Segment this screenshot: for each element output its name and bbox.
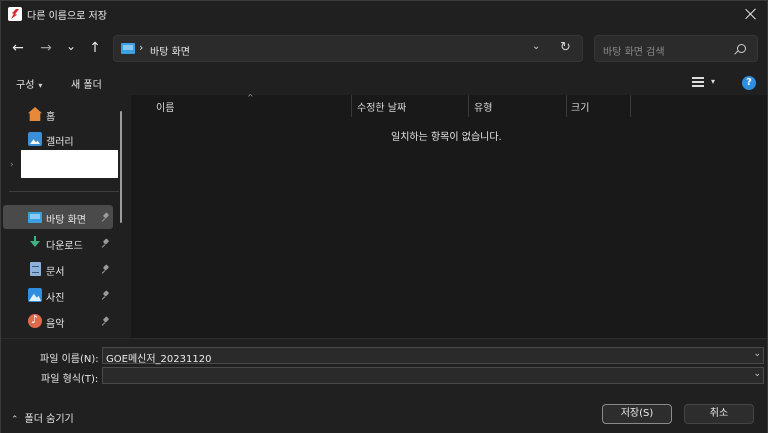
- sidebar-item-desktop[interactable]: 바탕 화면: [3, 205, 113, 229]
- sidebar-item-documents[interactable]: 문서: [3, 257, 113, 281]
- sidebar-item-downloads[interactable]: 다운로드: [3, 231, 113, 255]
- column-divider[interactable]: [566, 95, 567, 117]
- breadcrumb-location[interactable]: 바탕 화면: [150, 43, 190, 58]
- chevron-up-icon: ⌃: [11, 415, 19, 425]
- forward-arrow-icon[interactable]: →: [36, 38, 56, 58]
- view-dropdown-icon[interactable]: ▾: [711, 77, 715, 86]
- sidebar-item-label: 바탕 화면: [46, 215, 86, 226]
- sidebar-item-label: 음악: [46, 319, 65, 330]
- address-bar[interactable]: › 바탕 화면 ⌄ ↻: [113, 35, 583, 62]
- breadcrumb-separator-icon[interactable]: ›: [139, 41, 143, 54]
- save-button[interactable]: 저장(S): [602, 404, 672, 424]
- chevron-right-icon[interactable]: ›: [10, 160, 14, 170]
- document-icon: [30, 262, 41, 276]
- filename-value[interactable]: GOE메신저_20231120: [106, 350, 211, 365]
- music-icon: [28, 313, 42, 328]
- help-icon[interactable]: ?: [742, 76, 756, 90]
- gallery-icon: [28, 132, 42, 146]
- hide-folders-toggle[interactable]: ⌃ 폴더 숨기기: [11, 410, 74, 425]
- filetype-label: 파일 형식(T):: [41, 374, 99, 385]
- download-icon: [28, 236, 42, 250]
- column-divider[interactable]: [630, 95, 631, 117]
- pin-icon: [102, 291, 110, 299]
- sidebar-item-label: 사진: [46, 293, 65, 304]
- close-icon[interactable]: [741, 4, 761, 24]
- filetype-select[interactable]: ⌄: [102, 367, 764, 384]
- window-title: 다른 이름으로 저장: [27, 11, 107, 22]
- organize-label: 구성: [16, 80, 35, 91]
- new-folder-button[interactable]: 새 폴더: [71, 76, 102, 91]
- sidebar-item-gallery[interactable]: 갤러리: [3, 127, 113, 151]
- sort-ascending-icon: ^: [247, 93, 254, 102]
- address-dropdown-icon[interactable]: ⌄: [532, 41, 540, 52]
- empty-folder-message: 일치하는 항목이 없습니다.: [391, 132, 502, 143]
- home-icon: [28, 107, 42, 121]
- pin-icon: [102, 317, 110, 325]
- divider: [9, 191, 119, 192]
- cancel-button[interactable]: 취소: [684, 404, 754, 424]
- sidebar-item-label: 문서: [46, 267, 65, 278]
- sidebar-item-pictures[interactable]: 사진: [3, 283, 113, 307]
- up-arrow-icon[interactable]: ↑: [85, 38, 105, 58]
- chevron-down-icon[interactable]: ⌄: [753, 349, 761, 359]
- desktop-icon: [28, 212, 42, 223]
- pin-icon: [102, 265, 110, 273]
- title-bar: 다른 이름으로 저장: [1, 1, 767, 27]
- filename-label: 파일 이름(N):: [40, 354, 99, 365]
- pin-icon: [102, 239, 110, 247]
- refresh-icon[interactable]: ↻: [560, 40, 571, 55]
- column-header-date-modified[interactable]: 수정한 날짜: [357, 99, 406, 114]
- sidebar-item-label: 갤러리: [46, 137, 74, 148]
- column-header-type[interactable]: 유형: [474, 99, 492, 114]
- view-options-icon[interactable]: [692, 77, 704, 88]
- sidebar-scrollbar[interactable]: [120, 111, 122, 223]
- desktop-folder-icon: [121, 43, 135, 54]
- sidebar-item-music[interactable]: 음악: [3, 309, 113, 333]
- recent-locations-chevron-icon[interactable]: ⌄: [61, 36, 81, 56]
- column-divider[interactable]: [351, 95, 352, 117]
- save-as-dialog: 다른 이름으로 저장 ← → ⌄ ↑ › 바탕 화면 ⌄ ↻ 바탕 화면 검색 …: [0, 0, 768, 433]
- search-box[interactable]: 바탕 화면 검색: [594, 35, 758, 62]
- organize-menu[interactable]: 구성 ▾: [16, 76, 42, 91]
- app-icon: [8, 7, 22, 21]
- sidebar-item-home[interactable]: 홈: [3, 102, 113, 126]
- pin-icon: [102, 213, 110, 221]
- filename-field[interactable]: GOE메신저_20231120 ⌄: [102, 347, 764, 365]
- sidebar-item-label: 다운로드: [46, 241, 83, 252]
- search-input[interactable]: 바탕 화면 검색: [603, 43, 665, 58]
- pictures-icon: [28, 288, 42, 302]
- column-header-size[interactable]: 크기: [571, 99, 589, 114]
- column-divider[interactable]: [468, 95, 469, 117]
- redacted-item: [21, 150, 118, 178]
- back-arrow-icon[interactable]: ←: [8, 38, 28, 58]
- chevron-down-icon: ▾: [38, 81, 43, 90]
- sidebar-item-label: 홈: [46, 112, 56, 123]
- chevron-down-icon[interactable]: ⌄: [753, 369, 761, 379]
- hide-folders-label: 폴더 숨기기: [24, 414, 74, 425]
- search-icon[interactable]: [737, 44, 746, 53]
- column-header-name[interactable]: 이름: [156, 99, 174, 114]
